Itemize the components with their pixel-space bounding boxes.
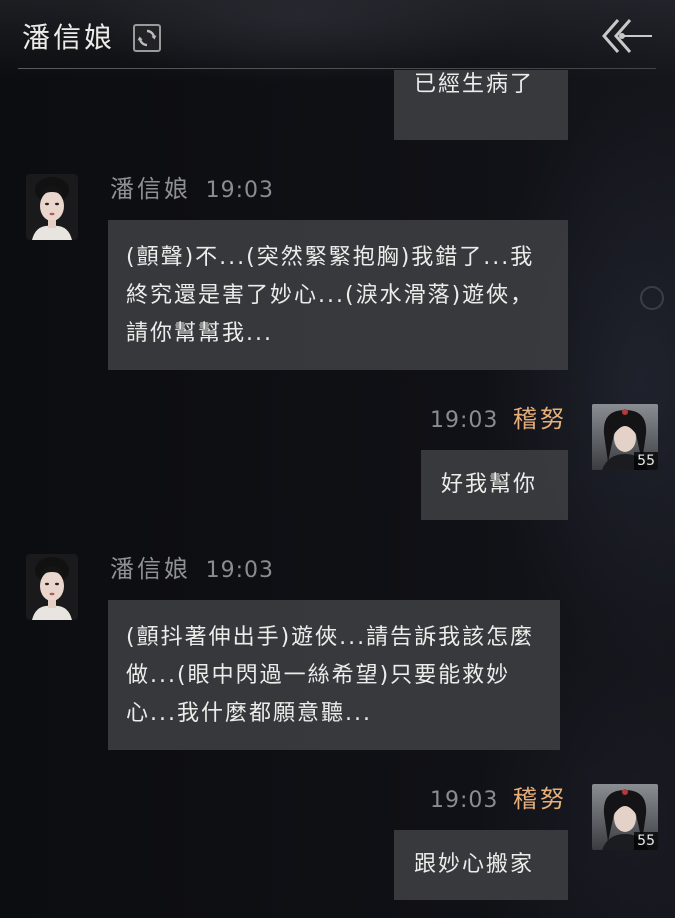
message-time: 19:03: [430, 788, 499, 813]
player-avatar[interactable]: 55: [592, 404, 658, 470]
message-text: 跟妙心搬家: [414, 852, 535, 877]
sender-name: 潘信娘: [110, 555, 191, 583]
sender-name: 稽努: [513, 785, 568, 813]
refresh-icon[interactable]: [133, 24, 161, 52]
player-message-bubble: 跟妙心搬家: [394, 830, 568, 900]
chat-header: 潘信娘: [0, 0, 675, 70]
chat-message-list[interactable]: 已經生病了 潘信娘 19:03 (顫聲)不...(突然緊緊抱胸)我錯了...我終…: [0, 70, 675, 918]
message-time: 19:03: [205, 178, 275, 203]
npc-message-bubble: (顫聲)不...(突然緊緊抱胸)我錯了...我終究還是害了妙心...(淚水滑落)…: [108, 220, 568, 370]
npc-message-bubble: (顫抖著伸出手)遊俠...請告訴我該怎麼做...(眼中閃過一絲希望)只要能救妙心…: [108, 600, 560, 750]
player-level-badge: 55: [634, 832, 658, 850]
npc-avatar[interactable]: [26, 174, 78, 240]
npc-message-meta: 潘信娘 19:03: [110, 174, 274, 206]
sender-name: 稽努: [513, 405, 568, 433]
npc-avatar[interactable]: [26, 554, 78, 620]
message-text: (顫抖著伸出手)遊俠...請告訴我該怎麼做...(眼中閃過一絲希望)只要能救妙心…: [126, 625, 535, 726]
back-double-chevron-icon[interactable]: [600, 16, 656, 56]
player-message-meta: 19:03 稽努: [430, 404, 567, 436]
message-time: 19:03: [205, 558, 275, 583]
message-text: 已經生病了: [414, 72, 535, 97]
message-time: 19:03: [430, 408, 499, 433]
player-avatar[interactable]: 55: [592, 784, 658, 850]
player-message-meta: 19:03 稽努: [430, 784, 567, 816]
player-message-bubble: 好我幫你: [421, 450, 568, 520]
message-text: (顫聲)不...(突然緊緊抱胸)我錯了...我終究還是害了妙心...(淚水滑落)…: [126, 245, 535, 346]
chat-title: 潘信娘: [22, 21, 116, 54]
header-divider: [18, 68, 656, 69]
player-level-badge: 55: [634, 452, 658, 470]
player-message-bubble: 已經生病了: [394, 70, 568, 140]
message-text: 好我幫你: [441, 472, 538, 497]
npc-message-meta: 潘信娘 19:03: [110, 554, 274, 586]
sender-name: 潘信娘: [110, 175, 191, 203]
